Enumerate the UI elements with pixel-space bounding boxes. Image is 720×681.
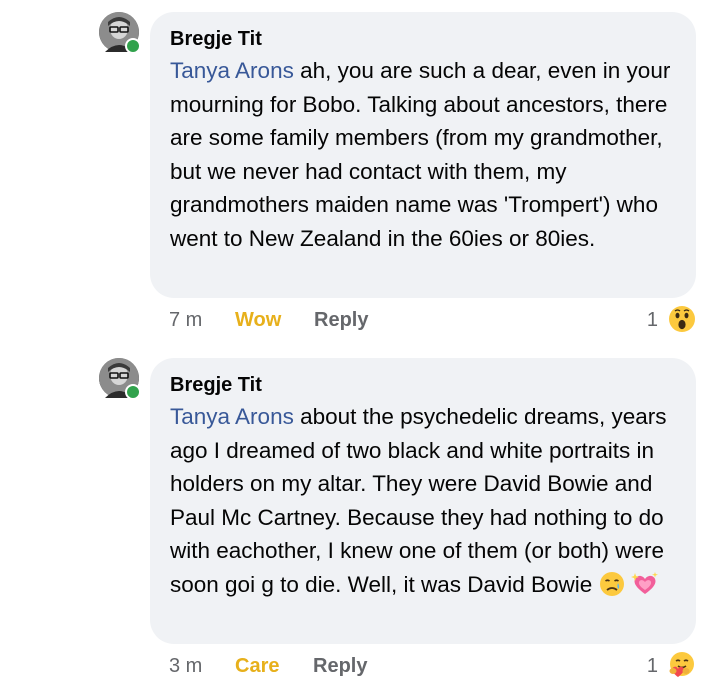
online-status-dot <box>125 384 141 400</box>
online-status-dot <box>125 38 141 54</box>
care-emoji-icon[interactable] <box>666 649 698 681</box>
wow-emoji-icon[interactable] <box>666 303 698 335</box>
comment-body: ah, you are such a dear, even in your mo… <box>170 58 671 251</box>
comment-actions: 7 m Wow Reply 1 <box>169 303 700 335</box>
comment-author[interactable]: Bregje Tit <box>170 26 676 52</box>
reaction-count[interactable]: 1 <box>647 651 658 681</box>
reaction-care-link[interactable]: Care <box>235 651 279 681</box>
comment-bubble: Bregje Tit Tanya Arons about the psyched… <box>150 358 696 644</box>
reply-button[interactable]: Reply <box>314 305 368 335</box>
comment-text: Tanya Arons ah, you are such a dear, eve… <box>170 54 676 255</box>
reply-button[interactable]: Reply <box>313 651 367 681</box>
sparkling-heart-icon <box>630 571 659 607</box>
mention-link[interactable]: Tanya Arons <box>170 58 294 83</box>
avatar[interactable] <box>99 12 141 54</box>
comment-timestamp[interactable]: 7 m <box>169 305 202 335</box>
crying-face-icon <box>599 571 625 607</box>
comment-author[interactable]: Bregje Tit <box>170 372 676 398</box>
mention-link[interactable]: Tanya Arons <box>170 404 294 429</box>
comment-actions: 3 m Care Reply 1 <box>169 649 700 681</box>
comment-timestamp[interactable]: 3 m <box>169 651 202 681</box>
comment-bubble: Bregje Tit Tanya Arons ah, you are such … <box>150 12 696 298</box>
comment-text: Tanya Arons about the psychedelic dreams… <box>170 400 676 606</box>
reaction-wow-link[interactable]: Wow <box>235 305 281 335</box>
reaction-count[interactable]: 1 <box>647 305 658 335</box>
avatar[interactable] <box>99 358 141 400</box>
comment-body: about the psychedelic dreams, years ago … <box>170 404 667 597</box>
